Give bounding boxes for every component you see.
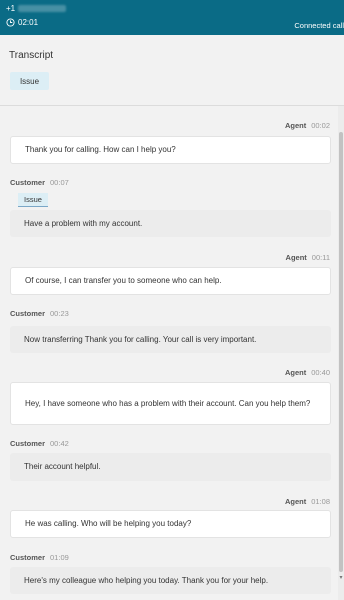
timer-value: 02:01 (18, 18, 39, 27)
customer-message: Here's my colleague who helping you toda… (10, 567, 331, 594)
message-time: 01:08 (311, 497, 330, 506)
speaker-name: Agent (284, 368, 307, 377)
message-meta: Customer 00:42 (10, 439, 69, 448)
redacted-number (18, 5, 67, 12)
message-meta: Agent 00:11 (286, 253, 330, 262)
transcript-title: Transcript (9, 50, 54, 61)
message-time: 00:23 (50, 309, 69, 318)
message-meta: Customer 00:07 (10, 178, 69, 187)
scrollbar-thumb[interactable] (339, 132, 343, 572)
message-time: 00:42 (50, 439, 69, 448)
issue-filter-chip[interactable]: Issue (10, 72, 49, 90)
agent-message: Hey, I have someone who has a problem wi… (10, 382, 331, 425)
speaker-name: Agent (284, 121, 307, 130)
message-time: 00:07 (50, 178, 69, 187)
agent-message: Of course, I can transfer you to someone… (10, 267, 331, 295)
speaker-name: Customer (10, 309, 46, 318)
message-meta: Agent 00:40 (285, 368, 330, 377)
message-meta: Agent 01:08 (285, 497, 330, 506)
speaker-name: Customer (10, 178, 46, 187)
speaker-name: Customer (10, 553, 46, 562)
customer-message: Have a problem with my account. (10, 210, 331, 237)
call-status: Connected call (294, 21, 344, 30)
speaker-name: Agent (285, 253, 307, 262)
message-time: 00:11 (311, 253, 330, 262)
message-meta: Customer 01:09 (10, 553, 69, 562)
speaker-name: Customer (10, 439, 46, 448)
customer-message: Their account helpful. (10, 453, 331, 481)
customer-message: Now transferring Thank you for calling. … (10, 326, 331, 353)
agent-message: Thank you for calling. How can I help yo… (10, 136, 331, 164)
transcript-list[interactable]: Agent 00:02 Thank you for calling. How ca… (0, 106, 338, 600)
call-header: +1 02:01 Connected call (0, 0, 344, 35)
clock-icon (6, 18, 15, 27)
message-time: 01:09 (50, 553, 69, 562)
caller-number: +1 (6, 4, 67, 13)
call-timer: 02:01 (6, 18, 38, 27)
agent-message: He was calling. Who will be helping you … (10, 510, 331, 538)
message-meta: Customer 00:23 (10, 309, 69, 318)
chevron-down-icon[interactable]: ▾ (338, 575, 344, 581)
issue-tag[interactable]: Issue (18, 193, 48, 207)
message-meta: Agent 00:02 (285, 121, 330, 130)
speaker-name: Agent (284, 497, 307, 506)
message-time: 00:02 (311, 121, 330, 130)
message-time: 00:40 (311, 368, 330, 377)
phone-prefix: +1 (6, 4, 16, 13)
